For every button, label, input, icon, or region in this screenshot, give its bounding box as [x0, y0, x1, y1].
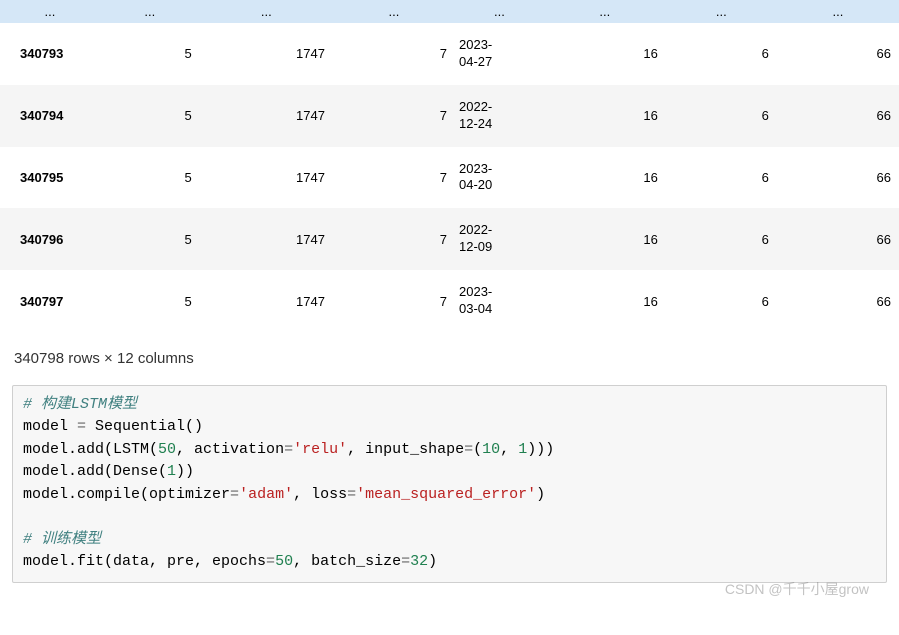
- ell-cell: ...: [544, 0, 666, 23]
- cell: 1747: [200, 147, 333, 209]
- cell: 6: [666, 23, 777, 85]
- ellipsis-row: ... ... ... ... ... ... ... ...: [0, 0, 899, 23]
- cell: 5: [100, 147, 200, 209]
- ell-cell: ...: [666, 0, 777, 23]
- cell: 16: [544, 23, 666, 85]
- cell-date: 2023-04-20: [455, 147, 544, 209]
- cell: 16: [544, 208, 666, 270]
- ell-cell: ...: [777, 0, 899, 23]
- table-row: 340793 5 1747 7 2023-04-27 16 6 66: [0, 23, 899, 85]
- row-index: 340797: [0, 270, 100, 332]
- cell: 66: [777, 208, 899, 270]
- row-index: 340795: [0, 147, 100, 209]
- cell: 6: [666, 85, 777, 147]
- table-row: 340796 5 1747 7 2022-12-09 16 6 66: [0, 208, 899, 270]
- row-index: 340793: [0, 23, 100, 85]
- row-index: 340796: [0, 208, 100, 270]
- cell: 7: [333, 23, 455, 85]
- row-index: 340794: [0, 85, 100, 147]
- cell: 5: [100, 23, 200, 85]
- cell: 1747: [200, 208, 333, 270]
- table-row: 340797 5 1747 7 2023-03-04 16 6 66: [0, 270, 899, 332]
- cell: 16: [544, 147, 666, 209]
- table-row: 340794 5 1747 7 2022-12-24 16 6 66: [0, 85, 899, 147]
- cell: 1747: [200, 23, 333, 85]
- cell-date: 2023-04-27: [455, 23, 544, 85]
- cell: 16: [544, 85, 666, 147]
- dataframe-table: ... ... ... ... ... ... ... ... 340793 5…: [0, 0, 899, 332]
- cell: 6: [666, 147, 777, 209]
- cell-date: 2022-12-24: [455, 85, 544, 147]
- code-cell[interactable]: # 构建LSTM模型 model = Sequential() model.ad…: [12, 385, 887, 583]
- cell: 66: [777, 23, 899, 85]
- ell-cell: ...: [200, 0, 333, 23]
- cell: 66: [777, 147, 899, 209]
- ell-cell: ...: [0, 0, 100, 23]
- ell-cell: ...: [333, 0, 455, 23]
- cell: 6: [666, 270, 777, 332]
- cell: 7: [333, 208, 455, 270]
- cell: 5: [100, 270, 200, 332]
- cell: 16: [544, 270, 666, 332]
- cell: 66: [777, 270, 899, 332]
- cell: 7: [333, 85, 455, 147]
- cell: 1747: [200, 85, 333, 147]
- cell: 5: [100, 85, 200, 147]
- cell: 7: [333, 270, 455, 332]
- cell-date: 2023-03-04: [455, 270, 544, 332]
- cell: 5: [100, 208, 200, 270]
- cell: 7: [333, 147, 455, 209]
- cell-date: 2022-12-09: [455, 208, 544, 270]
- cell: 1747: [200, 270, 333, 332]
- ell-cell: ...: [455, 0, 544, 23]
- cell: 66: [777, 85, 899, 147]
- code-content[interactable]: # 构建LSTM模型 model = Sequential() model.ad…: [23, 394, 876, 574]
- ell-cell: ...: [100, 0, 200, 23]
- cell: 6: [666, 208, 777, 270]
- table-row: 340795 5 1747 7 2023-04-20 16 6 66: [0, 147, 899, 209]
- notebook-output: ... ... ... ... ... ... ... ... 340793 5…: [0, 0, 899, 599]
- dataframe-summary: 340798 rows × 12 columns: [0, 332, 899, 385]
